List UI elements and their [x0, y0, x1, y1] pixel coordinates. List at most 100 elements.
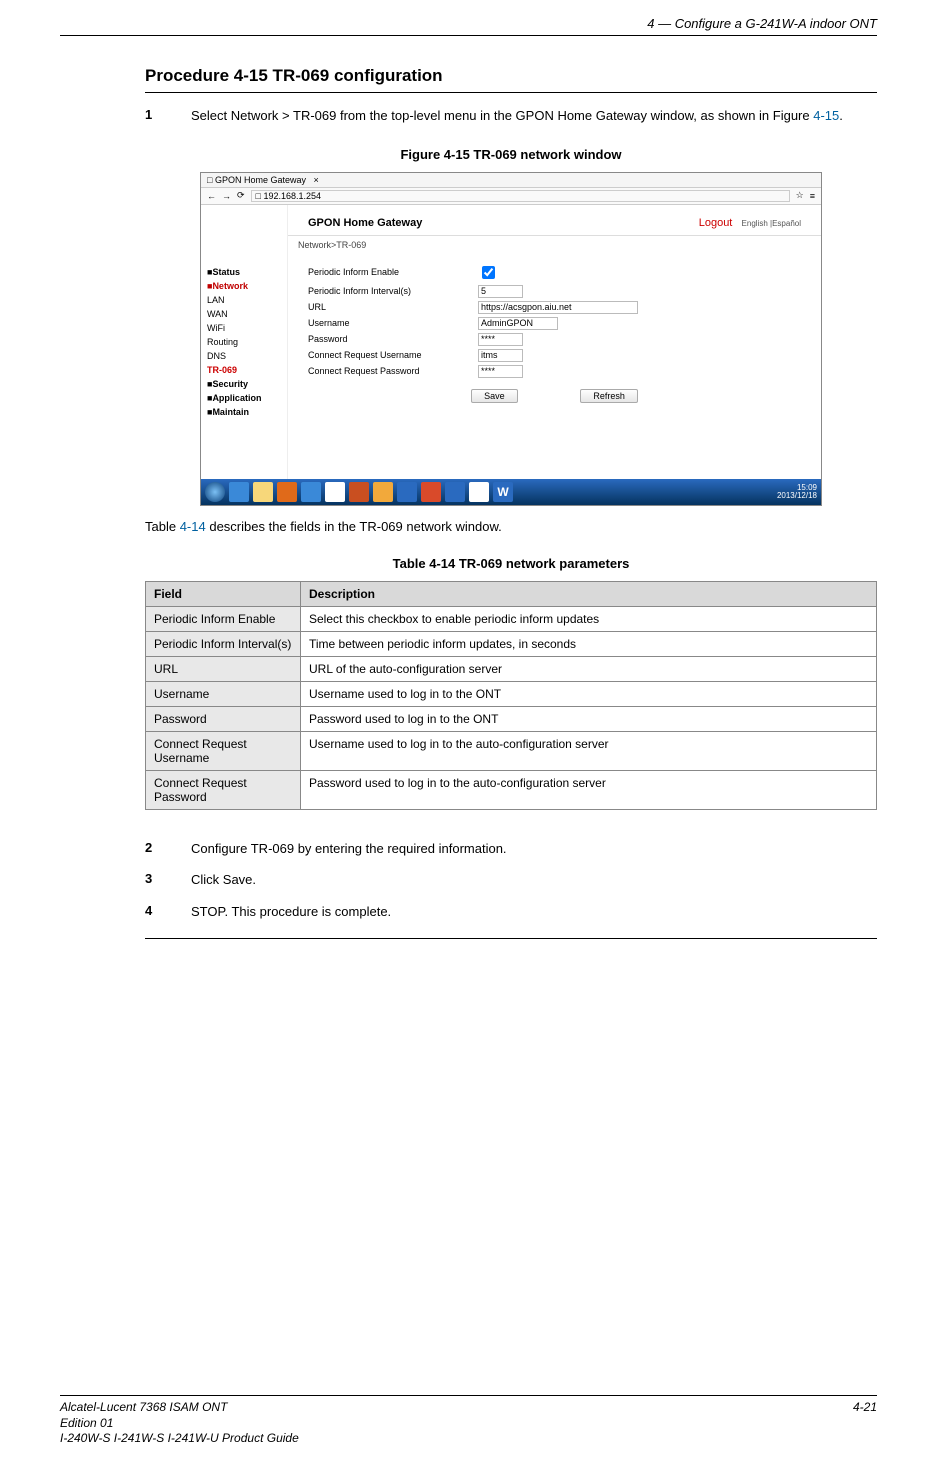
app3-icon [373, 482, 393, 502]
table-cell-desc: Select this checkbox to enable periodic … [301, 606, 877, 631]
app2-icon [349, 482, 369, 502]
page-footer: Alcatel-Lucent 7368 ISAM ONT Edition 01 … [60, 1395, 877, 1447]
sidebar-item-dns: DNS [201, 349, 287, 363]
table-cell-desc: URL of the auto-configuration server [301, 656, 877, 681]
step-2: 2 Configure TR-069 by entering the requi… [145, 840, 877, 858]
label-url: URL [308, 302, 478, 312]
chapter-header: 4 — Configure a G-241W-A indoor ONT [60, 0, 877, 35]
footer-edition: Edition 01 [60, 1416, 113, 1430]
page-title-row: GPON Home Gateway Logout English |Españo… [288, 211, 821, 236]
word-icon: W [493, 482, 513, 502]
step-3-body: Click Save. [191, 871, 877, 889]
label-creq-user: Connect Request Username [308, 350, 478, 360]
sidebar-item-network: ■Network [201, 279, 287, 293]
figure-caption: Figure 4-15 TR-069 network window [145, 147, 877, 162]
refresh-button: Refresh [580, 389, 638, 403]
table-ref-link[interactable]: 4-14 [180, 519, 206, 534]
table-row: Periodic Inform EnableSelect this checkb… [146, 606, 877, 631]
step-4: 4 STOP. This procedure is complete. [145, 903, 877, 921]
sidebar-item-routing: Routing [201, 335, 287, 349]
step-1: 1 Select Network > TR-069 from the top-l… [145, 107, 877, 125]
breadcrumb: Network>TR-069 [288, 236, 821, 254]
table-cell-desc: Password used to log in to the auto-conf… [301, 770, 877, 809]
start-orb-icon [205, 482, 225, 502]
creq-user-input [478, 349, 523, 362]
embedded-screenshot: □ GPON Home Gateway × ← → ⟳ □ 192.168.1.… [200, 172, 822, 506]
app4-icon [397, 482, 417, 502]
sidebar-item-application: ■Application [201, 391, 287, 405]
page-title: GPON Home Gateway [308, 217, 422, 229]
forward-icon: → [222, 191, 231, 201]
form: Periodic Inform Enable Periodic Inform I… [288, 254, 821, 413]
table-cell-field: Connect Request Password [146, 770, 301, 809]
label-periodic-enable: Periodic Inform Enable [308, 267, 478, 277]
taskbar: W 15:092013/12/18 [201, 479, 821, 505]
back-icon: ← [207, 191, 216, 201]
footer-product: Alcatel-Lucent 7368 ISAM ONT [60, 1400, 227, 1414]
step-2-number: 2 [145, 840, 191, 858]
password-input [478, 333, 523, 346]
sidebar-item-status: ■Status [201, 265, 287, 279]
label-username: Username [308, 318, 478, 328]
sidebar-item-tr069: TR-069 [201, 363, 287, 377]
explorer-icon [253, 482, 273, 502]
url-field: □ 192.168.1.254 [251, 190, 790, 202]
browser-tab-title: GPON Home Gateway [215, 175, 306, 185]
taskbar-clock: 15:092013/12/18 [777, 484, 817, 500]
table-row: Connect Request PasswordPassword used to… [146, 770, 877, 809]
figure-ref-link[interactable]: 4-15 [813, 108, 839, 123]
chrome-icon [325, 482, 345, 502]
sidebar-item-lan: LAN [201, 293, 287, 307]
app7-icon [469, 482, 489, 502]
language-links: English |Español [742, 219, 801, 228]
table-cell-field: Periodic Inform Enable [146, 606, 301, 631]
username-input [478, 317, 558, 330]
table-row: Periodic Inform Interval(s)Time between … [146, 631, 877, 656]
table-cell-field: URL [146, 656, 301, 681]
table-cell-field: Username [146, 681, 301, 706]
table-cell-desc: Username used to log in to the ONT [301, 681, 877, 706]
ie-icon [229, 482, 249, 502]
table-intro-prefix: Table [145, 519, 180, 534]
label-password: Password [308, 334, 478, 344]
step-1-number: 1 [145, 107, 191, 125]
table-cell-desc: Password used to log in to the ONT [301, 706, 877, 731]
step-1-text-a: Select Network > TR-069 from the top-lev… [191, 108, 813, 123]
creq-pass-input [478, 365, 523, 378]
app5-icon [421, 482, 441, 502]
step-3-number: 3 [145, 871, 191, 889]
step-1-body: Select Network > TR-069 from the top-lev… [191, 107, 877, 125]
label-periodic-interval: Periodic Inform Interval(s) [308, 286, 478, 296]
table-head-desc: Description [301, 581, 877, 606]
table-cell-desc: Username used to log in to the auto-conf… [301, 731, 877, 770]
label-creq-pass: Connect Request Password [308, 366, 478, 376]
params-table: Field Description Periodic Inform Enable… [145, 581, 877, 810]
step-3: 3 Click Save. [145, 871, 877, 889]
sidebar-item-wan: WAN [201, 307, 287, 321]
menu-icon: ≡ [810, 191, 815, 201]
footer-guide: I-240W-S I-241W-S I-241W-U Product Guide [60, 1431, 299, 1445]
address-bar: ← → ⟳ □ 192.168.1.254 ☆ ≡ [201, 188, 821, 205]
table-cell-field: Periodic Inform Interval(s) [146, 631, 301, 656]
footer-page-number: 4-21 [853, 1400, 877, 1447]
table-cell-desc: Time between periodic inform updates, in… [301, 631, 877, 656]
sidebar-item-wifi: WiFi [201, 321, 287, 335]
periodic-enable-checkbox [482, 266, 495, 279]
browser-tab: □ GPON Home Gateway × [201, 173, 821, 188]
star-icon: ☆ [796, 190, 804, 201]
save-button: Save [471, 389, 518, 403]
app6-icon [445, 482, 465, 502]
table-intro-suffix: describes the fields in the TR-069 netwo… [206, 519, 502, 534]
table-head-field: Field [146, 581, 301, 606]
table-row: URLURL of the auto-configuration server [146, 656, 877, 681]
table-row: UsernameUsername used to log in to the O… [146, 681, 877, 706]
step-4-body: STOP. This procedure is complete. [191, 903, 877, 921]
logout-link: Logout [699, 217, 733, 229]
sidebar-item-maintain: ■Maintain [201, 405, 287, 419]
procedure-title: Procedure 4-15 TR-069 configuration [145, 66, 877, 93]
table-cell-field: Connect Request Username [146, 731, 301, 770]
table-row: PasswordPassword used to log in to the O… [146, 706, 877, 731]
table-intro-text: Table 4-14 describes the fields in the T… [145, 519, 877, 534]
sidebar-item-security: ■Security [201, 377, 287, 391]
app1-icon [301, 482, 321, 502]
